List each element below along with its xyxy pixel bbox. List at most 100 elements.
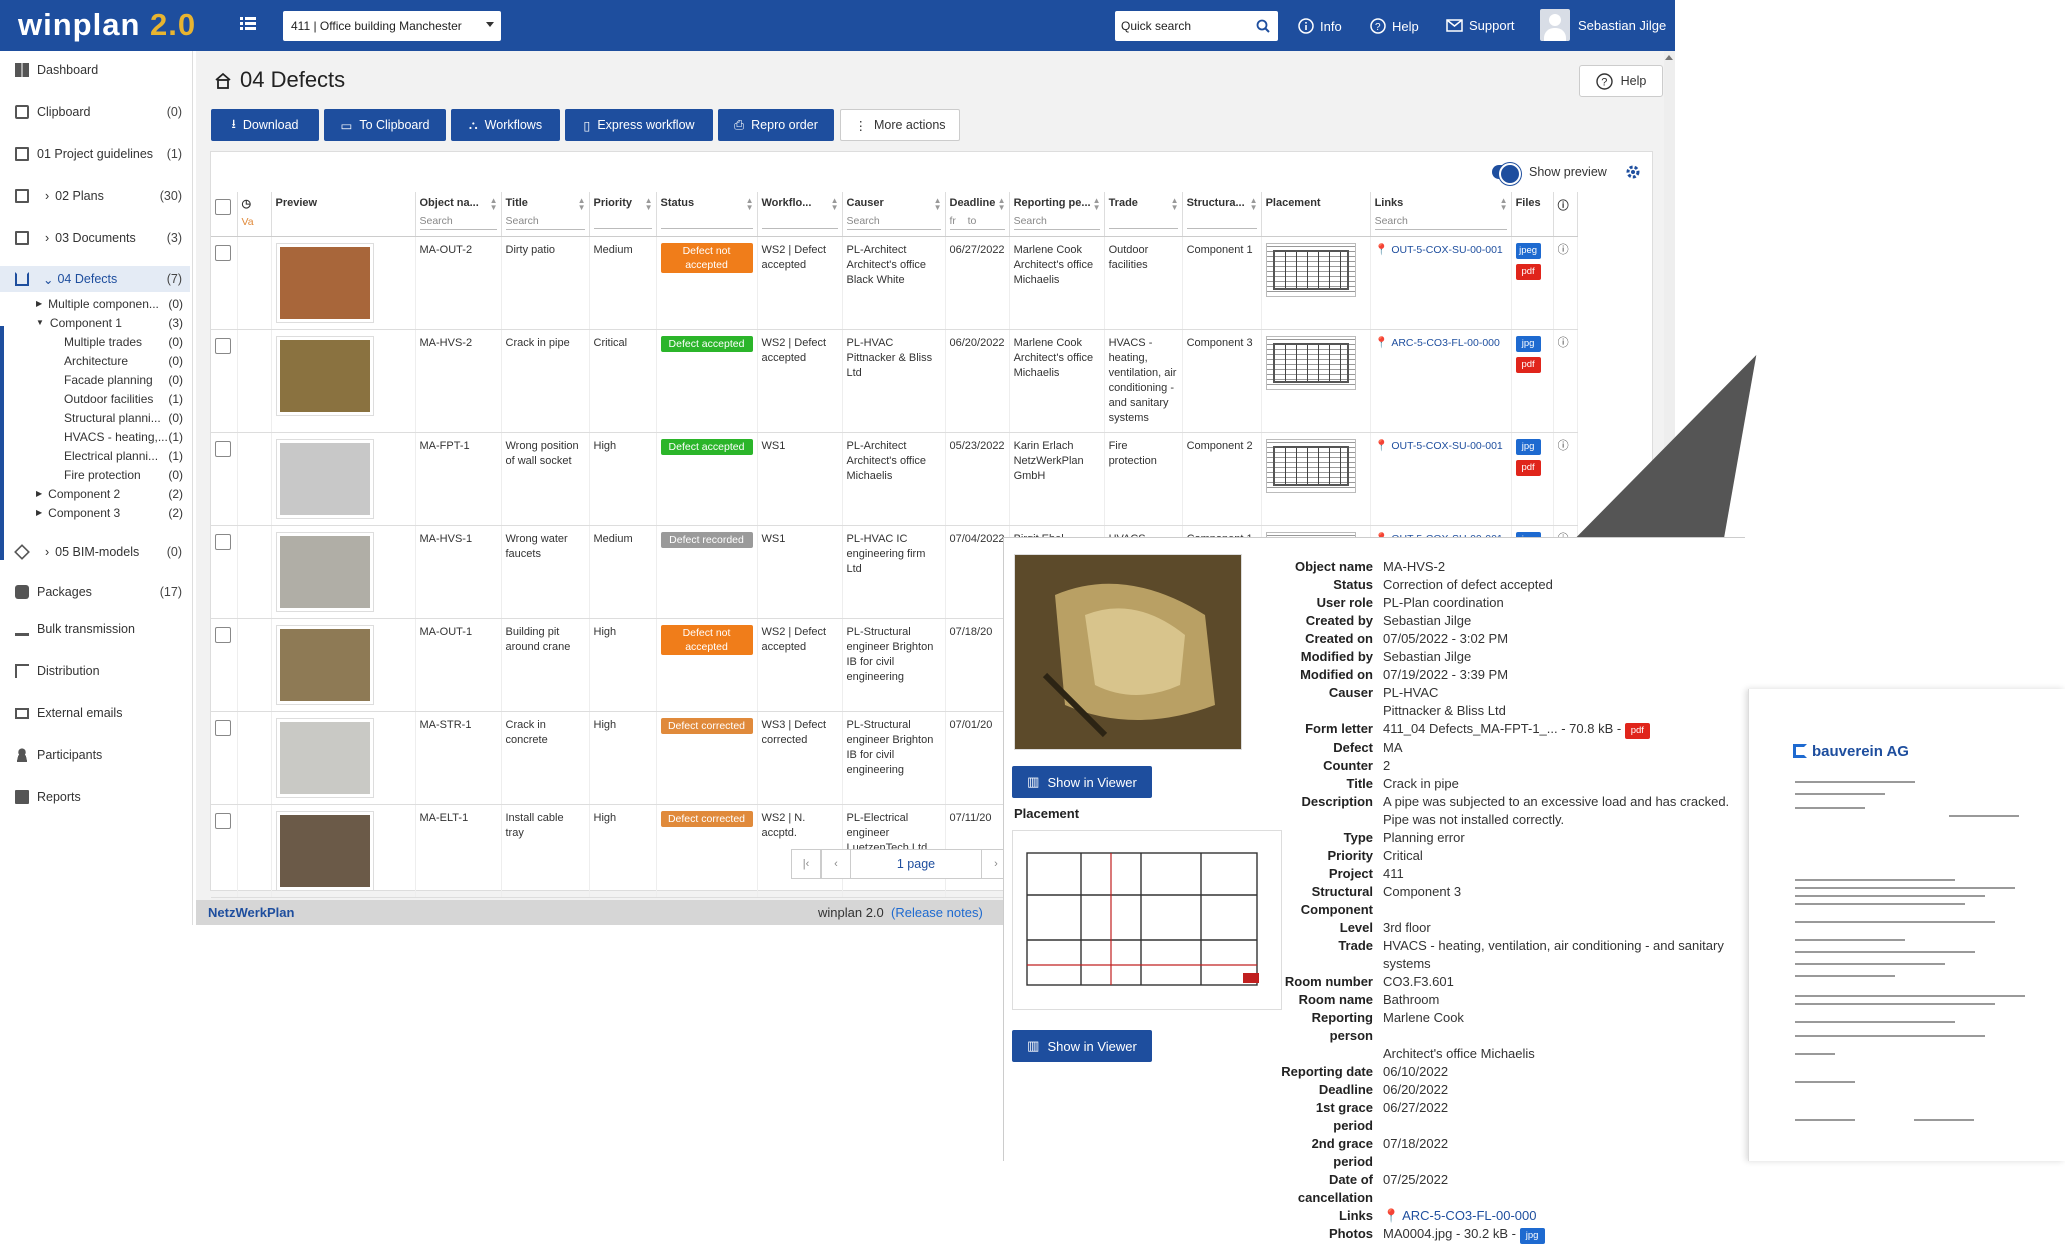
validity-column-header[interactable]: ◷ Va	[237, 192, 272, 237]
preview-cell[interactable]	[271, 711, 416, 805]
sidebar-item-bulk-transmission[interactable]: Bulk transmission	[0, 616, 190, 642]
tree-item-component-1[interactable]: ▼ Component 1 (3)	[36, 313, 183, 332]
placement-plan-thumbnail[interactable]	[1265, 438, 1356, 493]
sidebar-item-reports[interactable]: Reports	[0, 784, 190, 810]
column-header-preview[interactable]: Preview	[271, 192, 416, 237]
column-header-status[interactable]: Status ▲ ▼	[656, 192, 758, 237]
sidebar-item-packages[interactable]: Packages (17)	[0, 579, 190, 605]
quick-search-input[interactable]: Quick search	[1115, 11, 1278, 41]
select-all-checkbox[interactable]	[215, 199, 231, 215]
placement-cell[interactable]	[1261, 432, 1371, 526]
defect-thumbnail[interactable]	[275, 242, 374, 323]
placement-cell[interactable]	[1261, 236, 1371, 330]
search-icon[interactable]	[1256, 19, 1270, 33]
table-row[interactable]: MA-FPT-1 Wrong position of wall socket H…	[211, 432, 1578, 526]
table-row[interactable]: MA-HVS-2 Crack in pipe Critical Defect a…	[211, 329, 1578, 433]
tree-item-electrical-planning[interactable]: Electrical planni... (1)	[64, 446, 183, 465]
sidebar-item-bim-models[interactable]: › 05 BIM-models (0)	[0, 539, 190, 565]
info-icon[interactable]: ⓘ	[1558, 244, 1569, 256]
preview-cell[interactable]	[271, 329, 416, 433]
tree-item-outdoor-facilities[interactable]: Outdoor facilities (1)	[64, 389, 183, 408]
preview-cell[interactable]	[271, 432, 416, 526]
defect-thumbnail[interactable]	[275, 531, 374, 612]
link[interactable]: OUT-5-COX-SU-00-001	[1391, 440, 1502, 452]
placement-plan-thumbnail[interactable]	[1265, 242, 1356, 297]
sidebar-item-clipboard[interactable]: Clipboard (0)	[0, 99, 190, 125]
sidebar-item-plans[interactable]: › 02 Plans (30)	[0, 183, 190, 209]
help-button[interactable]: ? Help	[1579, 65, 1663, 97]
links-cell[interactable]: 📍 ARC-5-CO3-FL-00-000	[1370, 329, 1512, 433]
show-in-viewer-button[interactable]: ▥ Show in Viewer	[1012, 766, 1152, 798]
sidebar-item-project-guidelines[interactable]: 01 Project guidelines (1)	[0, 141, 190, 167]
defect-thumbnail[interactable]	[275, 335, 374, 416]
sidebar-item-documents[interactable]: › 03 Documents (3)	[0, 225, 190, 251]
column-header-links[interactable]: Links ▲ ▼ Search	[1370, 192, 1512, 237]
show-in-viewer-button[interactable]: ▥ Show in Viewer	[1012, 1030, 1152, 1062]
winplan-logo[interactable]: winplan 2.0	[18, 7, 196, 43]
info-icon[interactable]: ⓘ	[1558, 337, 1569, 349]
row-checkbox[interactable]	[215, 812, 231, 829]
column-header-trade[interactable]: Trade ▲ ▼	[1104, 192, 1183, 237]
defect-thumbnail[interactable]	[275, 438, 374, 519]
tree-item-architecture[interactable]: Architecture (0)	[64, 351, 183, 370]
tree-item-hvacs[interactable]: HVACS - heating,... (1)	[64, 427, 183, 446]
project-select[interactable]: 411 | Office building Manchester	[283, 11, 501, 41]
links-cell[interactable]: 📍 OUT-5-COX-SU-00-001	[1370, 236, 1512, 330]
link[interactable]: ARC-5-CO3-FL-00-000	[1391, 337, 1500, 349]
menu-grid-icon[interactable]	[240, 17, 256, 34]
preview-cell[interactable]	[271, 804, 416, 898]
column-header-workflow[interactable]: Workflo... ▲ ▼	[757, 192, 843, 237]
row-checkbox[interactable]	[215, 337, 231, 354]
user-menu[interactable]: Sebastian Jilge	[1540, 9, 1666, 41]
column-header-causer[interactable]: Causer ▲ ▼ Search	[842, 192, 946, 237]
jpg-file-icon[interactable]: jpg	[1519, 1228, 1545, 1244]
to-clipboard-button[interactable]: ▭ To Clipboard	[324, 109, 446, 141]
tree-item-facade-planning[interactable]: Facade planning (0)	[64, 370, 183, 389]
release-notes-link[interactable]: (Release notes)	[891, 905, 983, 920]
column-header-title[interactable]: Title ▲ ▼ Search	[501, 192, 590, 237]
placement-plan[interactable]	[1012, 830, 1282, 1010]
link[interactable]: OUT-5-COX-SU-00-001	[1391, 244, 1502, 256]
sidebar-item-dashboard[interactable]: Dashboard	[0, 57, 190, 83]
column-header-files[interactable]: Files	[1511, 192, 1554, 237]
column-header-structural[interactable]: Structura... ▲ ▼	[1182, 192, 1262, 237]
first-page-button[interactable]: |‹	[791, 849, 821, 879]
help-link[interactable]: ? Help	[1370, 18, 1419, 34]
jpg-file-icon[interactable]: jpg	[1515, 438, 1541, 455]
repro-order-button[interactable]: ⎙ Repro order	[718, 109, 834, 141]
column-header-placement[interactable]: Placement	[1261, 192, 1371, 237]
preview-cell[interactable]	[271, 618, 416, 712]
row-checkbox[interactable]	[215, 719, 231, 736]
row-checkbox[interactable]	[215, 440, 231, 457]
prev-page-button[interactable]: ‹	[821, 849, 851, 879]
column-header-priority[interactable]: Priority ▲ ▼	[589, 192, 657, 237]
sidebar-item-external-emails[interactable]: External emails	[0, 700, 190, 726]
row-checkbox[interactable]	[215, 626, 231, 643]
sidebar-item-defects[interactable]: ⌄ 04 Defects (7)	[0, 266, 190, 292]
defect-thumbnail[interactable]	[275, 717, 374, 798]
tree-item-structural-planning[interactable]: Structural planni... (0)	[64, 408, 183, 427]
netzwerkplan-logo[interactable]: NetzWerkPlan	[208, 905, 294, 920]
sidebar-item-participants[interactable]: Participants	[0, 742, 190, 768]
placement-plan-thumbnail[interactable]	[1265, 335, 1356, 390]
links-cell[interactable]: 📍 OUT-5-COX-SU-00-001	[1370, 432, 1512, 526]
column-header-object-name[interactable]: Object na... ▲ ▼ Search	[415, 192, 502, 237]
pdf-file-icon[interactable]: pdf	[1515, 459, 1541, 476]
tree-item-multiple-components[interactable]: ▶ Multiple componen... (0)	[36, 294, 183, 313]
tree-item-component-3[interactable]: ▶ Component 3 (2)	[36, 503, 183, 522]
info-icon[interactable]: ⓘ	[1558, 440, 1569, 452]
property-value[interactable]: ARC-5-CO3-FL-00-000	[1402, 1208, 1536, 1223]
show-preview-toggle[interactable]	[1492, 163, 1521, 185]
info-link[interactable]: Info	[1298, 18, 1342, 34]
table-row[interactable]: MA-OUT-2 Dirty patio Medium Defect not a…	[211, 236, 1578, 330]
more-actions-button[interactable]: ⋮ More actions	[840, 109, 960, 141]
download-button[interactable]: ⭳ Download	[211, 109, 319, 141]
tree-item-component-2[interactable]: ▶ Component 2 (2)	[36, 484, 183, 503]
pdf-file-icon[interactable]: pdf	[1515, 356, 1541, 373]
tree-item-fire-protection[interactable]: Fire protection (0)	[64, 465, 183, 484]
gear-icon[interactable]	[1624, 163, 1642, 181]
jpeg-file-icon[interactable]: jpeg	[1515, 242, 1541, 259]
row-checkbox[interactable]	[215, 244, 231, 261]
workflows-button[interactable]: ⛬ Workflows	[451, 109, 560, 141]
support-link[interactable]: Support	[1446, 18, 1515, 33]
